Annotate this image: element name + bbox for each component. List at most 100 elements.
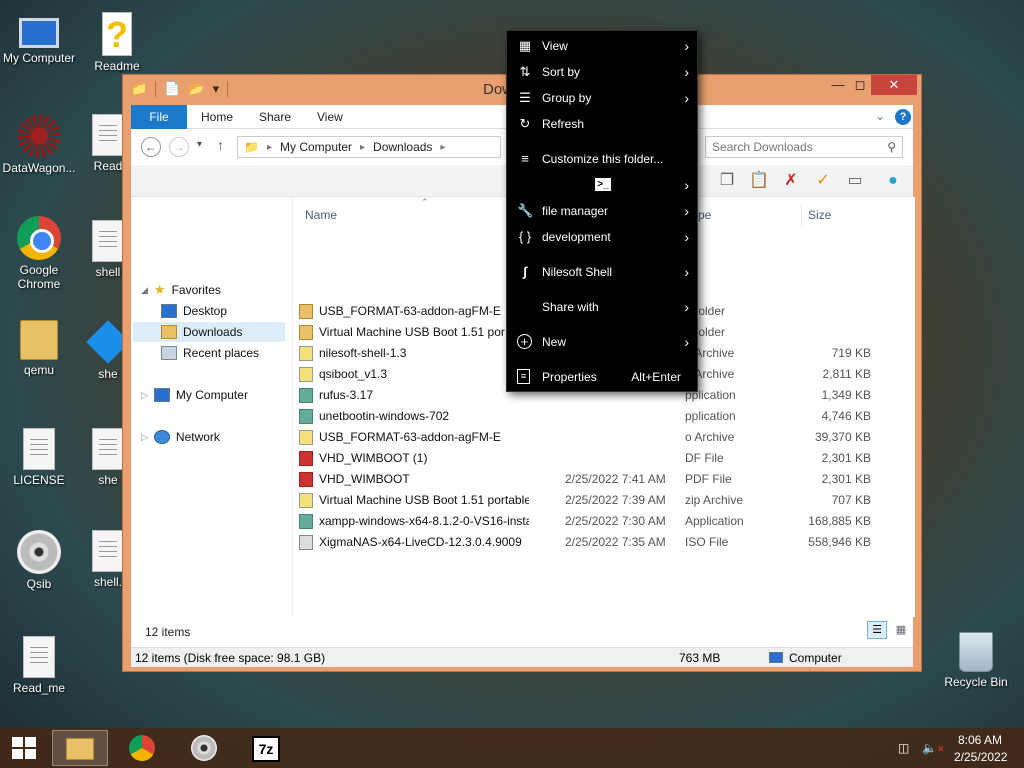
file-type: o Archive [685,367,735,381]
file-size: 4,746 KB [821,409,871,423]
search-input[interactable]: Search Downloads ⚲ [705,136,903,158]
file-size: 39,370 KB [814,430,871,444]
desktop-icon-qsib[interactable]: Qsib [0,530,78,591]
nav-recent-places[interactable]: Recent places [161,343,259,363]
tab-share[interactable]: Share [245,105,305,129]
delete-icon[interactable]: ✗ [781,171,801,191]
up-button[interactable]: ↑ [217,137,224,153]
start-button[interactable] [0,730,48,766]
clock-date[interactable]: 2/25/2022 [954,750,1007,764]
new-folder-icon[interactable]: 📂 [188,81,204,97]
column-header-size[interactable]: Size [801,203,881,227]
table-row[interactable]: USB_FORMAT-63-addon-agFM-E o Archive 39,37… [299,427,879,448]
rename-icon[interactable]: ▭ [845,171,865,191]
column-header-name[interactable]: Name [299,203,337,227]
7zip-icon: 7z [252,736,280,762]
help-icon[interactable]: ? [895,109,911,125]
menu-item-nilesoft-shell[interactable]: ∫ Nilesoft Shell › [507,259,699,285]
table-row[interactable]: VHD_WIMBOOT (1) DF File 2,301 KB [299,448,879,469]
zip-file-icon [299,430,313,445]
menu-item-refresh[interactable]: ↻ Refresh [507,111,699,137]
menu-item-new[interactable]: + New › [507,329,699,355]
large-icons-view-button[interactable]: ▦ [891,621,911,639]
globe-icon[interactable]: ● [883,171,903,191]
file-type: DF File [685,451,724,465]
menu-item-customize-folder[interactable]: ≡ Customize this folder... [507,146,699,172]
desktop-icon-license[interactable]: LICENSE [0,428,78,487]
back-button[interactable]: ← [141,137,161,157]
desktop-icon [161,304,177,318]
maximize-button[interactable]: ◻ [847,75,873,95]
breadcrumb-my-computer[interactable]: My Computer [280,140,352,154]
pdf-file-icon [299,472,313,487]
menu-item-view[interactable]: ▦ View › [507,33,699,59]
menu-item-group-by[interactable]: ☰ Group by › [507,85,699,111]
desktop-icon-recycle-bin[interactable]: Recycle Bin [936,632,1016,689]
menu-item-properties[interactable]: ≡ Properties Alt+Enter [507,364,699,390]
desktop-icon-read-me[interactable]: Read_me [0,636,78,695]
tab-view[interactable]: View [303,105,357,129]
taskbar-file-explorer[interactable] [52,730,108,766]
computer-icon [153,388,170,402]
chevron-right-icon: › [684,90,689,106]
taskbar-7zip[interactable]: 7z [238,730,294,766]
paste-icon[interactable]: 📋 [749,171,769,191]
table-row[interactable]: VHD_WIMBOOT 2/25/2022 7:41 AM PDF File 2,30… [299,469,879,490]
chevron-right-icon: › [684,203,689,219]
close-button[interactable]: ✕ [871,75,917,95]
status-location: Computer [789,651,842,665]
table-row[interactable]: unetbootin-windows-702 pplication 4,746 KB [299,406,879,427]
tab-file[interactable]: File [131,105,187,129]
nav-network[interactable]: ▷ Network [141,427,220,447]
folder-icon: 📁 [244,140,259,154]
computer-icon [19,18,59,48]
recent-locations-icon[interactable]: ▾ [197,139,202,150]
desktop-icon-qemu[interactable]: qemu [0,320,78,377]
folder-icon[interactable]: 📁 [131,81,147,97]
menu-item-terminal[interactable]: >_ › [507,172,699,198]
volume-muted-icon[interactable]: 🔈✕ [922,741,945,755]
ribbon-expand-icon[interactable]: ⌄ [875,109,885,123]
details-view-button[interactable]: ☰ [867,621,887,639]
file-type: ISO File [685,535,729,549]
desktop-icon-google-chrome[interactable]: Google Chrome [0,216,78,291]
nav-my-computer[interactable]: ▷ My Computer [141,385,248,405]
nav-favorites[interactable]: ◢ ★ Favorites [141,280,221,300]
table-row[interactable]: XigmaNAS-x64-LiveCD-12.3.0.4.9009 2/25/20… [299,532,879,553]
nav-desktop[interactable]: Desktop [161,301,227,321]
forward-button[interactable]: → [169,137,189,157]
properties-icon[interactable]: 📄 [164,81,180,97]
nav-downloads[interactable]: Downloads [133,322,285,342]
document-icon [92,428,124,470]
file-type: e folder [685,304,726,318]
taskbar-disc-app[interactable] [176,730,232,766]
menu-item-sort-by[interactable]: ⇅ Sort by › [507,59,699,85]
desktop-icon-datawagon[interactable]: DataWagon... [0,114,78,175]
file-size: 2,301 KB [821,472,871,486]
menu-item-file-manager[interactable]: 🔧 file manager › [507,198,699,224]
desktop-icon-readme[interactable]: ? Readme [78,12,156,73]
table-row[interactable]: Virtual Machine USB Boot 1.51 portable 2/… [299,490,879,511]
copy-icon[interactable]: ❐ [717,171,737,191]
desktop-icon-my-computer[interactable]: My Computer [0,12,78,65]
chevron-right-icon: › [684,177,689,193]
breadcrumb-downloads[interactable]: Downloads [373,140,432,154]
exe-file-icon [299,514,313,529]
chevron-down-icon[interactable]: ▾ [213,81,220,97]
tab-home[interactable]: Home [187,105,247,129]
terminal-icon: >_ [595,178,611,191]
context-menu: ▦ View › ⇅ Sort by › ☰ Group by › ↻ Refr… [506,30,698,392]
document-icon [92,220,124,262]
menu-item-share-with[interactable]: Share with › [507,294,699,320]
menu-item-development[interactable]: { } development › [507,224,699,250]
breadcrumb-separator-icon: ▸ [266,141,272,153]
address-bar[interactable]: 📁 ▸ My Computer ▸ Downloads ▸ [237,136,501,158]
checkmark-icon[interactable]: ✓ [813,171,833,191]
zip-file-icon [299,367,313,382]
shortcut-text: Alt+Enter [631,370,681,384]
taskbar-chrome[interactable] [114,730,170,766]
network-tray-icon[interactable]: ◫ [898,741,909,755]
clock-time[interactable]: 8:06 AM [958,733,1002,747]
exe-file-icon [299,409,313,424]
table-row[interactable]: xampp-windows-x64-8.1.2-0-VS16-installer… [299,511,879,532]
